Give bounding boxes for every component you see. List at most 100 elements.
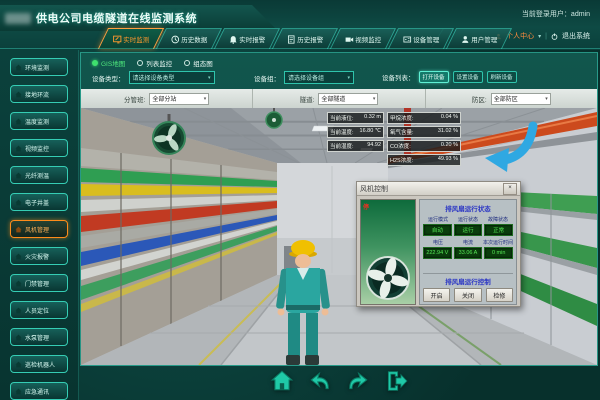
chevron-down-icon: ▾ <box>208 75 211 81</box>
voltage-value: 222.94 V <box>423 247 452 259</box>
tab-device-manage[interactable]: 设备管理 <box>388 28 454 49</box>
exit-icon[interactable] <box>384 369 408 393</box>
alarm-bell-icon <box>228 35 237 44</box>
tunnel-select[interactable]: 全部隧道▾ <box>318 93 378 105</box>
app-window: 供电公司电缆隧道在线监测系统 当前登录用户：admin 个人中心 ▾ | 退出系… <box>0 0 600 400</box>
filter-zone: 防区:全部防区▾ <box>426 89 597 108</box>
fan-glyph <box>365 255 411 301</box>
power-icon <box>551 33 558 40</box>
device-type-group: 设备类型： 请选择设备类型▾ <box>92 71 215 84</box>
device-type-select[interactable]: 请选择设备类型▾ <box>129 71 215 84</box>
sidebar-item-env-monitor[interactable]: 环境监测 <box>10 58 68 76</box>
tab-realtime-monitor[interactable]: 实时监测 <box>98 28 164 49</box>
sidebar-item-ground-current[interactable]: 接地环流 <box>10 85 68 103</box>
reading-row: 当前温度:16.80 ℃ <box>327 126 384 138</box>
reading-row: 甲烷浓度:0.04 % <box>387 112 461 124</box>
sidebar-item-pump-manage[interactable]: 水泵管理 <box>10 328 68 346</box>
sidebar-item-video-monitor[interactable]: 视频监控 <box>10 139 68 157</box>
filter-station: 分管班:全部分站▾ <box>81 89 253 108</box>
fault-state-value: 正常 <box>484 224 513 236</box>
device-list-label: 设备列表： <box>382 72 415 82</box>
tab-video-monitor[interactable]: 视频监控 <box>330 28 396 49</box>
status-labels: 运行模式运行状态故障状态 <box>423 216 513 223</box>
filter-bar: 分管班:全部分站▾ 隧道:全部隧道▾ 防区:全部防区▾ <box>81 89 597 108</box>
chevron-down-icon: ▾ <box>545 96 548 102</box>
sidebar-item-personnel-location[interactable]: 人员定位 <box>10 301 68 319</box>
radio-dot <box>137 60 143 66</box>
back-arrow-icon[interactable] <box>308 369 332 393</box>
fan-service-button[interactable]: 检修 <box>486 288 513 302</box>
page-title: 供电公司电缆隧道在线监测系统 <box>36 10 197 26</box>
logout-link[interactable]: 退出系统 <box>562 31 590 41</box>
radio-scada-view[interactable]: 组态图 <box>184 58 213 68</box>
chevron-down-icon: ▾ <box>538 33 541 40</box>
house-icon <box>15 199 22 206</box>
device-group-label: 设备组： <box>254 73 280 83</box>
house-icon <box>15 172 22 179</box>
home-icon[interactable] <box>270 369 294 393</box>
zone-select[interactable]: 全部防区▾ <box>491 93 551 105</box>
sidebar-item-fan-manage[interactable]: 风机管理 <box>10 220 68 238</box>
fan-control-section: 排风扇运行控制 开启 关闭 检修 <box>423 273 513 302</box>
radio-list-monitor[interactable]: 列表监控 <box>137 58 172 68</box>
fan-start-button[interactable]: 开启 <box>423 288 450 302</box>
runtime-value: 0 min <box>484 247 513 259</box>
device-group-select[interactable]: 请选择设备组▾ <box>284 71 354 84</box>
tab-user-manage[interactable]: 用户管理 <box>446 28 512 49</box>
station-select[interactable]: 全部分站▾ <box>149 93 209 105</box>
view-mode-radios: GIS地图 列表监控 组态图 <box>92 58 213 68</box>
reading-row: 氧气含量:31.02 % <box>387 126 461 138</box>
control-header: 排风扇运行控制 <box>423 276 513 286</box>
sidebar-item-emergency-comms[interactable]: 应急通讯 <box>10 382 68 400</box>
house-icon <box>15 253 22 260</box>
run-state-value: 运行 <box>454 224 483 236</box>
reading-row: CO浓度:0.20 % <box>387 140 461 152</box>
sidebar-item-temp-monitor[interactable]: 温度监测 <box>10 112 68 130</box>
close-icon[interactable]: × <box>503 183 517 195</box>
chevron-down-icon: ▾ <box>347 75 350 81</box>
reading-row: 当前湿度:94.92 <box>327 140 384 152</box>
device-refresh-button[interactable]: 刷新设备 <box>487 71 517 83</box>
reading-row: H2S浓度:49.93 % <box>387 154 461 166</box>
nav-tabs: 实时监测 历史数据 实时报警 历史报警 视频监控 设备管理 用户管理 <box>103 28 507 48</box>
header-bar: 供电公司电缆隧道在线监测系统 当前登录用户：admin 个人中心 ▾ | 退出系… <box>0 0 600 50</box>
sidebar-item-fiber-temp[interactable]: 光纤测温 <box>10 166 68 184</box>
sidebar-item-inspection-robot[interactable]: 巡检机器人 <box>10 355 68 373</box>
house-icon <box>15 145 22 152</box>
house-icon <box>15 334 22 341</box>
device-icon <box>402 35 411 44</box>
sidebar-item-manhole-cover[interactable]: 电子井盖 <box>10 193 68 211</box>
house-icon <box>15 64 22 71</box>
device-config-button[interactable]: 设置设备 <box>453 71 483 83</box>
metric-labels: 电压电流本次运行时间 <box>423 239 513 246</box>
fan-image: 停 <box>360 199 416 305</box>
dialog-title: 风机控制 <box>360 184 388 194</box>
tab-history-data[interactable]: 历史数据 <box>156 28 222 49</box>
fan-status-panel: 排风扇运行状态 运行模式运行状态故障状态 自动 运行 正常 电压电流本次运行时间… <box>419 199 517 305</box>
gas-readings-panel: 甲烷浓度:0.04 % 氧气含量:31.02 % CO浓度:0.20 % H2S… <box>387 112 461 168</box>
device-type-label: 设备类型： <box>92 73 125 83</box>
dialog-titlebar[interactable]: 风机控制 × <box>357 182 520 196</box>
profile-link[interactable]: 个人中心 <box>506 31 534 41</box>
house-icon <box>15 226 22 233</box>
radio-gis-map[interactable]: GIS地图 <box>92 58 125 68</box>
fan-stop-button[interactable]: 关闭 <box>454 288 481 302</box>
person-icon <box>460 35 469 44</box>
sidebar-item-access-control[interactable]: 门禁管理 <box>10 274 68 292</box>
clock-icon <box>170 35 179 44</box>
house-icon <box>15 361 22 368</box>
sidebar-item-fire-alarm[interactable]: 火灾报警 <box>10 247 68 265</box>
device-open-button[interactable]: 打开设备 <box>419 71 449 83</box>
device-list-group: 设备列表： 打开设备 设置设备 刷新设备 <box>382 71 517 83</box>
tab-history-alarm[interactable]: 历史报警 <box>272 28 338 49</box>
filter-tunnel: 隧道:全部隧道▾ <box>253 89 425 108</box>
fan-status-label: 停 <box>363 202 369 211</box>
house-icon <box>15 91 22 98</box>
header-bottom-line <box>0 48 600 49</box>
house-icon <box>15 118 22 125</box>
tab-realtime-alarm[interactable]: 实时报警 <box>214 28 280 49</box>
forward-arrow-icon[interactable] <box>346 369 370 393</box>
environment-readings-panel: 当前液位:0.32 m 当前温度:16.80 ℃ 当前湿度:94.92 <box>327 112 384 154</box>
bottom-navigation <box>80 369 598 393</box>
house-icon <box>15 388 22 395</box>
